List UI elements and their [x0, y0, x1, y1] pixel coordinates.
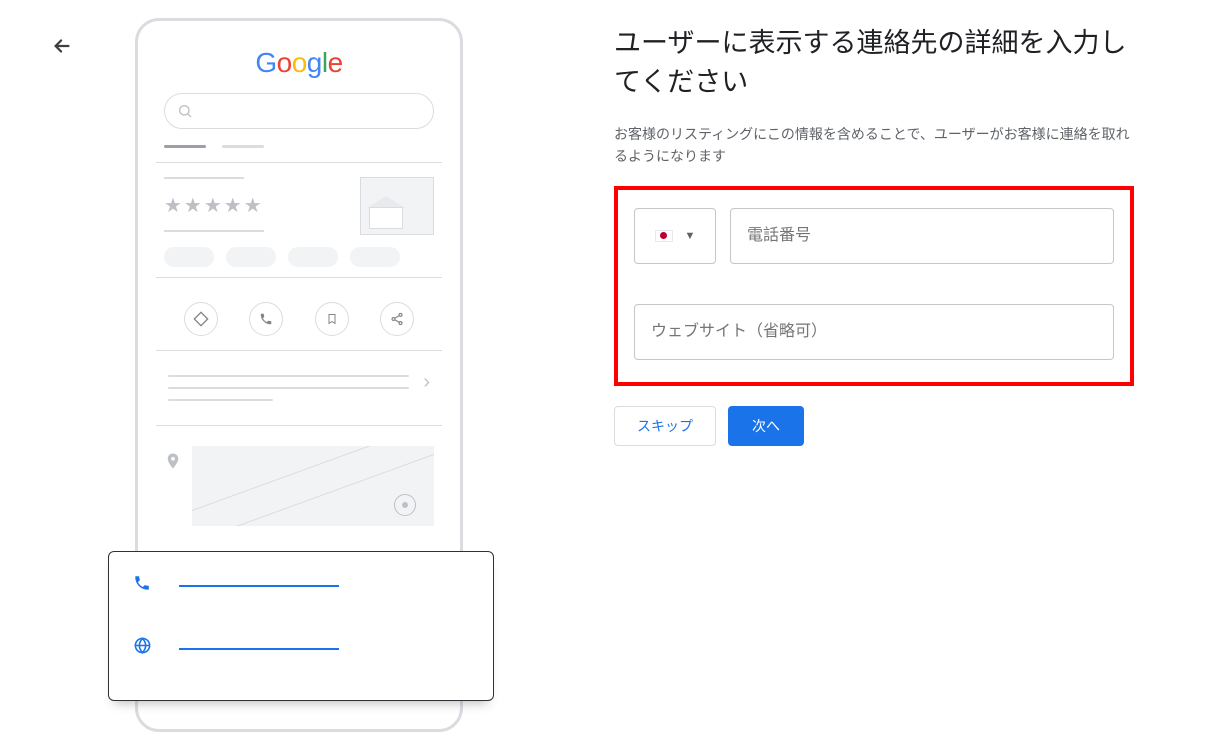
share-icon [380, 302, 414, 336]
page-subtitle: お客様のリスティングにこの情報を含めることで、ユーザーがお客様に連絡を取れるよう… [614, 124, 1134, 167]
globe-icon [133, 636, 153, 661]
phone-icon [133, 574, 153, 598]
phone-side-button [460, 171, 463, 226]
location-pin-icon [164, 450, 182, 478]
preview-thumbnail [360, 177, 434, 235]
back-button[interactable] [50, 34, 74, 58]
phone-input[interactable] [730, 208, 1114, 264]
skip-button[interactable]: スキップ [614, 406, 716, 446]
preview-map-section [156, 436, 442, 526]
chevron-right-icon: › [423, 371, 430, 394]
caret-down-icon: ▼ [685, 230, 696, 242]
preview-search-bar [164, 93, 434, 129]
highlighted-inputs: ▼ [614, 186, 1134, 386]
contact-preview-card [108, 551, 494, 701]
website-placeholder-line [179, 648, 339, 650]
preview-action-icons [156, 288, 442, 340]
phone-placeholder-line [179, 585, 339, 587]
phone-side-button [460, 311, 463, 345]
logo-e: e [328, 47, 343, 78]
bookmark-icon [315, 302, 349, 336]
logo-o1: o [277, 47, 292, 78]
form-panel: ユーザーに表示する連絡先の詳細を入力してください お客様のリスティングにこの情報… [614, 24, 1134, 446]
logo-o2: o [292, 47, 307, 78]
country-code-select[interactable]: ▼ [634, 208, 716, 264]
phone-side-button [460, 236, 463, 291]
search-icon [177, 103, 193, 119]
page-title: ユーザーに表示する連絡先の詳細を入力してください [614, 24, 1134, 102]
map-pin-icon [394, 494, 416, 516]
arrow-left-icon [51, 35, 73, 57]
preview-stars: ★★★★★ [164, 193, 264, 218]
website-input[interactable] [634, 304, 1114, 360]
logo-g2: g [307, 47, 322, 78]
directions-icon [184, 302, 218, 336]
call-icon [249, 302, 283, 336]
flag-japan-icon [655, 230, 673, 242]
preview-description: › [156, 361, 442, 415]
google-logo: Google [156, 47, 442, 79]
preview-tabs [156, 145, 442, 152]
logo-g1: G [255, 47, 276, 78]
next-button[interactable]: 次へ [728, 406, 804, 446]
